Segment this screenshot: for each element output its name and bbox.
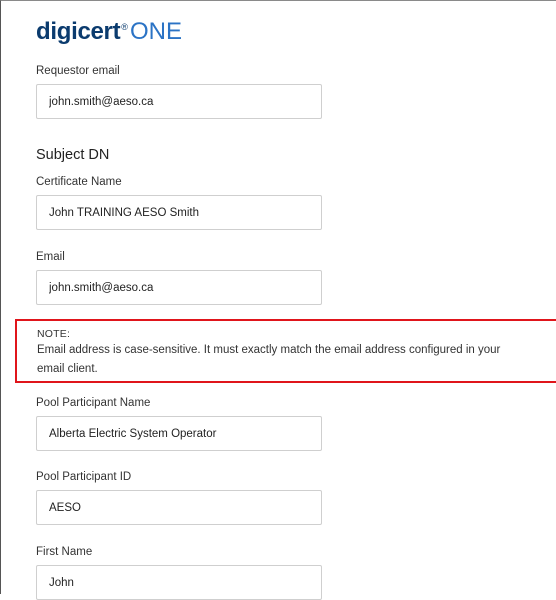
pool-participant-id-input[interactable]	[36, 490, 322, 525]
email-case-note: NOTE: Email address is case-sensitive. I…	[15, 319, 556, 383]
logo-product: ONE	[129, 18, 182, 45]
requestor-email-input[interactable]	[36, 84, 322, 119]
pool-participant-name-input[interactable]	[36, 416, 322, 451]
certificate-name-input[interactable]	[36, 195, 322, 230]
registered-mark: ®	[121, 22, 128, 32]
pool-participant-id-label: Pool Participant ID	[36, 471, 132, 483]
subject-dn-heading: Subject DN	[36, 147, 110, 163]
form-panel: digicert ® ONE Requestor email Subject D…	[0, 0, 556, 600]
requestor-email-label: Requestor email	[36, 65, 120, 77]
note-text: Email address is case-sensitive. It must…	[37, 344, 501, 375]
first-name-label: First Name	[36, 546, 93, 558]
first-name-input[interactable]	[36, 565, 322, 600]
logo-brand: digicert	[36, 18, 121, 45]
digicert-one-logo: digicert ® ONE	[36, 17, 182, 47]
email-label: Email	[36, 251, 65, 263]
email-input[interactable]	[36, 270, 322, 305]
certificate-name-label: Certificate Name	[36, 176, 122, 188]
note-title: NOTE:	[37, 328, 71, 340]
pool-participant-name-label: Pool Participant Name	[36, 397, 151, 409]
